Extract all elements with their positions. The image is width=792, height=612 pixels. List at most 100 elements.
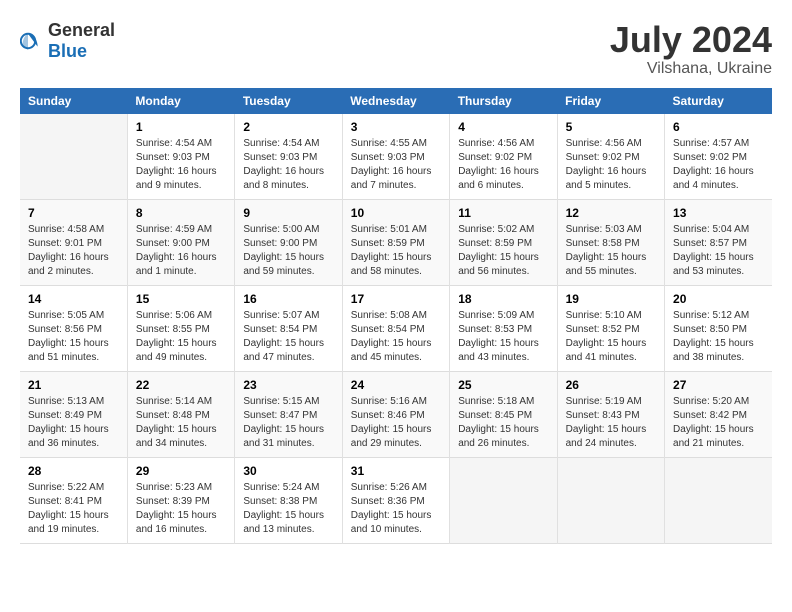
day-info: Sunrise: 4:58 AM Sunset: 9:01 PM Dayligh…	[28, 223, 119, 279]
calendar-cell: 11 Sunrise: 5:02 AM Sunset: 8:59 PM Dayl…	[450, 199, 557, 285]
day-number: 5	[566, 120, 656, 134]
day-number: 6	[673, 120, 764, 134]
calendar-cell: 19 Sunrise: 5:10 AM Sunset: 8:52 PM Dayl…	[557, 285, 664, 371]
title-area: July 2024 Vilshana, Ukraine	[610, 20, 772, 78]
calendar-week-row: 1 Sunrise: 4:54 AM Sunset: 9:03 PM Dayli…	[20, 114, 772, 200]
calendar-cell: 1 Sunrise: 4:54 AM Sunset: 9:03 PM Dayli…	[127, 114, 234, 200]
day-info: Sunrise: 5:22 AM Sunset: 8:41 PM Dayligh…	[28, 481, 119, 537]
calendar-cell: 30 Sunrise: 5:24 AM Sunset: 8:38 PM Dayl…	[235, 457, 342, 543]
day-info: Sunrise: 5:24 AM Sunset: 8:38 PM Dayligh…	[243, 481, 333, 537]
day-number: 11	[458, 206, 548, 220]
day-info: Sunrise: 4:54 AM Sunset: 9:03 PM Dayligh…	[136, 137, 226, 193]
calendar-cell: 8 Sunrise: 4:59 AM Sunset: 9:00 PM Dayli…	[127, 199, 234, 285]
day-number: 21	[28, 378, 119, 392]
day-info: Sunrise: 5:20 AM Sunset: 8:42 PM Dayligh…	[673, 395, 764, 451]
calendar-cell: 29 Sunrise: 5:23 AM Sunset: 8:39 PM Dayl…	[127, 457, 234, 543]
day-info: Sunrise: 5:19 AM Sunset: 8:43 PM Dayligh…	[566, 395, 656, 451]
calendar-cell: 28 Sunrise: 5:22 AM Sunset: 8:41 PM Dayl…	[20, 457, 127, 543]
calendar-cell: 7 Sunrise: 4:58 AM Sunset: 9:01 PM Dayli…	[20, 199, 127, 285]
day-info: Sunrise: 5:02 AM Sunset: 8:59 PM Dayligh…	[458, 223, 548, 279]
calendar-cell: 22 Sunrise: 5:14 AM Sunset: 8:48 PM Dayl…	[127, 371, 234, 457]
day-info: Sunrise: 5:05 AM Sunset: 8:56 PM Dayligh…	[28, 309, 119, 365]
day-number: 17	[351, 292, 441, 306]
day-info: Sunrise: 5:01 AM Sunset: 8:59 PM Dayligh…	[351, 223, 441, 279]
day-number: 7	[28, 206, 119, 220]
day-number: 2	[243, 120, 333, 134]
day-info: Sunrise: 5:23 AM Sunset: 8:39 PM Dayligh…	[136, 481, 226, 537]
day-number: 18	[458, 292, 548, 306]
day-number: 15	[136, 292, 226, 306]
day-number: 23	[243, 378, 333, 392]
day-info: Sunrise: 5:18 AM Sunset: 8:45 PM Dayligh…	[458, 395, 548, 451]
weekday-header-cell: Thursday	[450, 88, 557, 114]
calendar-cell: 27 Sunrise: 5:20 AM Sunset: 8:42 PM Dayl…	[665, 371, 772, 457]
logo-text: General Blue	[48, 20, 115, 62]
calendar-cell: 18 Sunrise: 5:09 AM Sunset: 8:53 PM Dayl…	[450, 285, 557, 371]
calendar-week-row: 14 Sunrise: 5:05 AM Sunset: 8:56 PM Dayl…	[20, 285, 772, 371]
calendar-week-row: 28 Sunrise: 5:22 AM Sunset: 8:41 PM Dayl…	[20, 457, 772, 543]
calendar-cell: 20 Sunrise: 5:12 AM Sunset: 8:50 PM Dayl…	[665, 285, 772, 371]
day-info: Sunrise: 5:00 AM Sunset: 9:00 PM Dayligh…	[243, 223, 333, 279]
weekday-header-cell: Tuesday	[235, 88, 342, 114]
weekday-header-cell: Saturday	[665, 88, 772, 114]
calendar-cell: 5 Sunrise: 4:56 AM Sunset: 9:02 PM Dayli…	[557, 114, 664, 200]
day-number: 27	[673, 378, 764, 392]
calendar-cell: 6 Sunrise: 4:57 AM Sunset: 9:02 PM Dayli…	[665, 114, 772, 200]
day-info: Sunrise: 5:10 AM Sunset: 8:52 PM Dayligh…	[566, 309, 656, 365]
day-number: 19	[566, 292, 656, 306]
day-number: 16	[243, 292, 333, 306]
day-info: Sunrise: 5:26 AM Sunset: 8:36 PM Dayligh…	[351, 481, 441, 537]
day-info: Sunrise: 4:56 AM Sunset: 9:02 PM Dayligh…	[566, 137, 656, 193]
weekday-header-row: SundayMondayTuesdayWednesdayThursdayFrid…	[20, 88, 772, 114]
day-number: 14	[28, 292, 119, 306]
day-number: 26	[566, 378, 656, 392]
weekday-header-cell: Wednesday	[342, 88, 449, 114]
day-number: 24	[351, 378, 441, 392]
calendar-cell: 2 Sunrise: 4:54 AM Sunset: 9:03 PM Dayli…	[235, 114, 342, 200]
day-info: Sunrise: 4:54 AM Sunset: 9:03 PM Dayligh…	[243, 137, 333, 193]
day-number: 25	[458, 378, 548, 392]
calendar-cell: 14 Sunrise: 5:05 AM Sunset: 8:56 PM Dayl…	[20, 285, 127, 371]
day-info: Sunrise: 4:56 AM Sunset: 9:02 PM Dayligh…	[458, 137, 548, 193]
calendar-cell: 13 Sunrise: 5:04 AM Sunset: 8:57 PM Dayl…	[665, 199, 772, 285]
calendar-cell: 4 Sunrise: 4:56 AM Sunset: 9:02 PM Dayli…	[450, 114, 557, 200]
calendar-cell: 31 Sunrise: 5:26 AM Sunset: 8:36 PM Dayl…	[342, 457, 449, 543]
calendar-cell: 3 Sunrise: 4:55 AM Sunset: 9:03 PM Dayli…	[342, 114, 449, 200]
calendar-week-row: 7 Sunrise: 4:58 AM Sunset: 9:01 PM Dayli…	[20, 199, 772, 285]
day-number: 29	[136, 464, 226, 478]
day-number: 22	[136, 378, 226, 392]
weekday-header-cell: Friday	[557, 88, 664, 114]
day-number: 3	[351, 120, 441, 134]
day-info: Sunrise: 5:09 AM Sunset: 8:53 PM Dayligh…	[458, 309, 548, 365]
calendar-cell: 15 Sunrise: 5:06 AM Sunset: 8:55 PM Dayl…	[127, 285, 234, 371]
day-info: Sunrise: 5:15 AM Sunset: 8:47 PM Dayligh…	[243, 395, 333, 451]
day-number: 28	[28, 464, 119, 478]
calendar-cell	[665, 457, 772, 543]
calendar-cell: 9 Sunrise: 5:00 AM Sunset: 9:00 PM Dayli…	[235, 199, 342, 285]
calendar-cell	[20, 114, 127, 200]
month-title: July 2024	[610, 20, 772, 60]
day-info: Sunrise: 5:07 AM Sunset: 8:54 PM Dayligh…	[243, 309, 333, 365]
day-number: 20	[673, 292, 764, 306]
calendar-cell: 26 Sunrise: 5:19 AM Sunset: 8:43 PM Dayl…	[557, 371, 664, 457]
calendar-body: 1 Sunrise: 4:54 AM Sunset: 9:03 PM Dayli…	[20, 114, 772, 544]
day-info: Sunrise: 5:16 AM Sunset: 8:46 PM Dayligh…	[351, 395, 441, 451]
weekday-header-cell: Monday	[127, 88, 234, 114]
calendar-cell: 23 Sunrise: 5:15 AM Sunset: 8:47 PM Dayl…	[235, 371, 342, 457]
logo: General Blue	[20, 20, 115, 62]
day-info: Sunrise: 5:12 AM Sunset: 8:50 PM Dayligh…	[673, 309, 764, 365]
header: General Blue July 2024 Vilshana, Ukraine	[20, 20, 772, 78]
calendar-table: SundayMondayTuesdayWednesdayThursdayFrid…	[20, 88, 772, 544]
day-info: Sunrise: 4:59 AM Sunset: 9:00 PM Dayligh…	[136, 223, 226, 279]
day-number: 8	[136, 206, 226, 220]
day-info: Sunrise: 5:04 AM Sunset: 8:57 PM Dayligh…	[673, 223, 764, 279]
day-number: 13	[673, 206, 764, 220]
day-number: 31	[351, 464, 441, 478]
calendar-cell	[450, 457, 557, 543]
day-info: Sunrise: 5:08 AM Sunset: 8:54 PM Dayligh…	[351, 309, 441, 365]
calendar-week-row: 21 Sunrise: 5:13 AM Sunset: 8:49 PM Dayl…	[20, 371, 772, 457]
day-info: Sunrise: 5:13 AM Sunset: 8:49 PM Dayligh…	[28, 395, 119, 451]
location-title: Vilshana, Ukraine	[610, 60, 772, 78]
calendar-cell: 10 Sunrise: 5:01 AM Sunset: 8:59 PM Dayl…	[342, 199, 449, 285]
day-info: Sunrise: 5:06 AM Sunset: 8:55 PM Dayligh…	[136, 309, 226, 365]
